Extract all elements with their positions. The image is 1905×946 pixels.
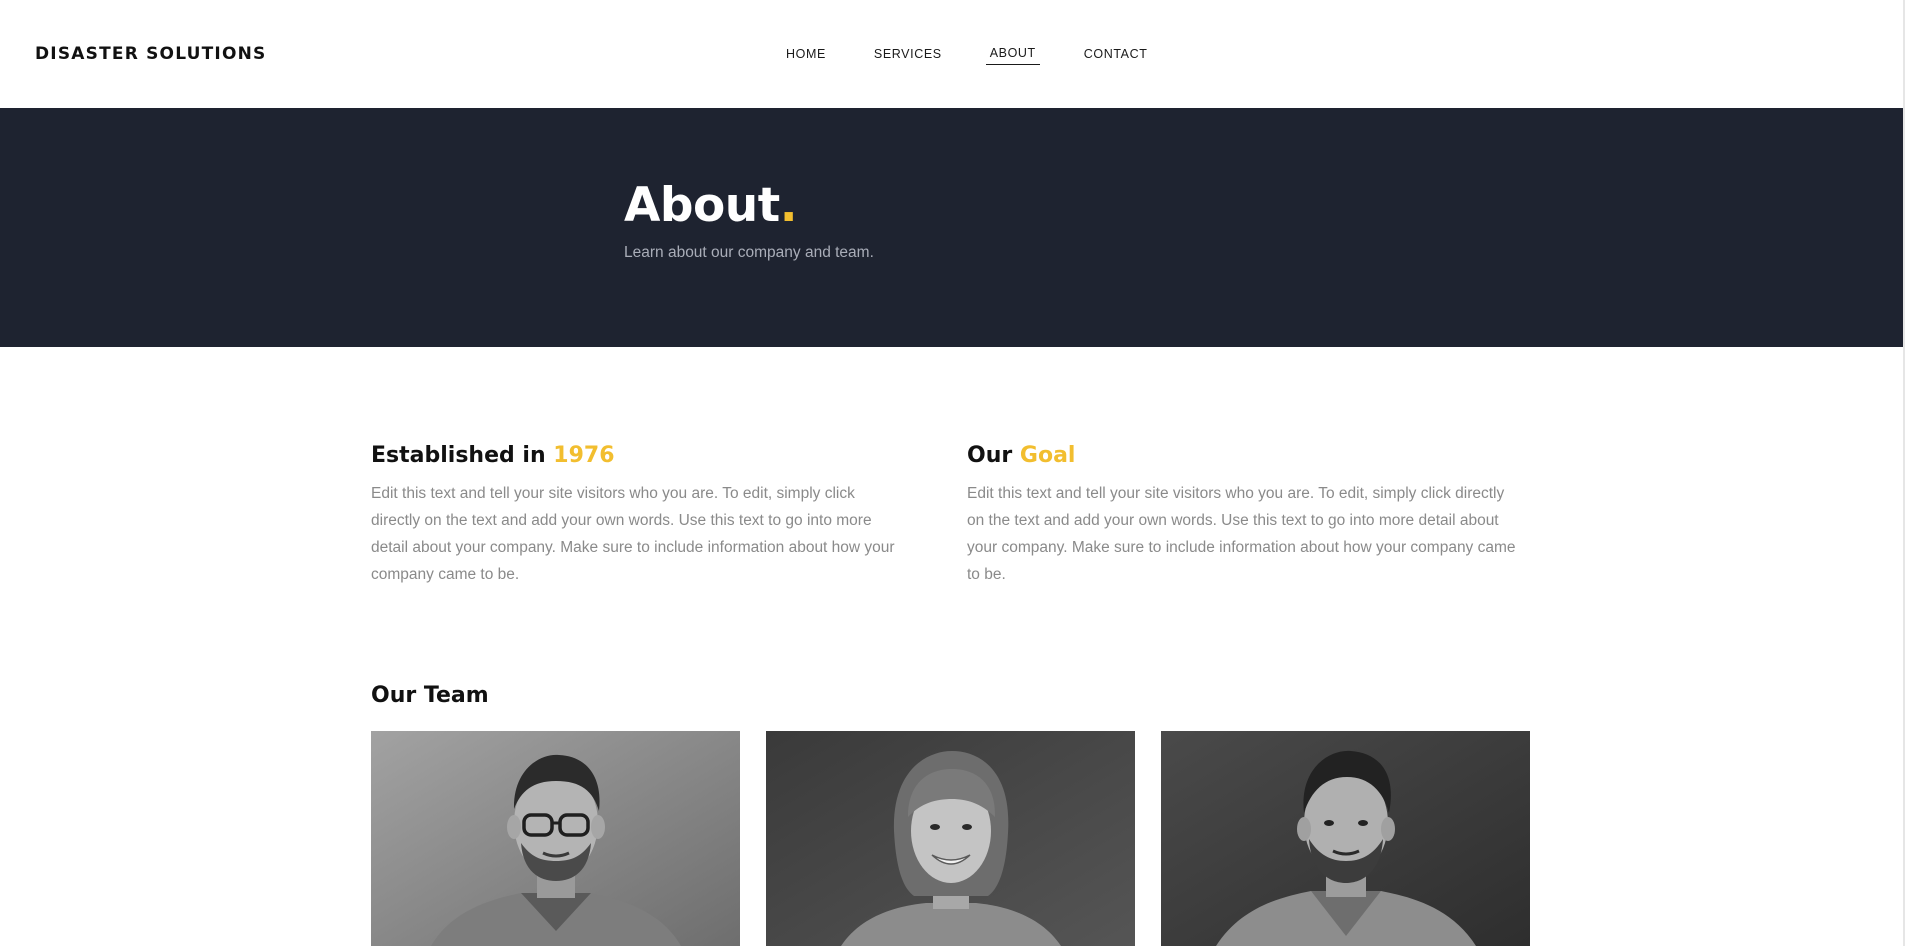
established-heading-prefix: Established in [371, 443, 546, 468]
nav-contact[interactable]: CONTACT [1080, 47, 1152, 65]
page-subtitle: Learn about our company and team. [624, 244, 874, 261]
goal-heading: Our Goal [967, 443, 1522, 468]
established-heading: Established in 1976 [371, 443, 901, 468]
site-brand[interactable]: DISASTER SOLUTIONS [35, 44, 266, 64]
hero-banner: About. Learn about our company and team. [0, 108, 1903, 347]
goal-section: Our Goal Edit this text and tell your si… [967, 443, 1522, 588]
man-beard-portrait [1161, 731, 1530, 946]
established-section: Established in 1976 Edit this text and t… [371, 443, 901, 588]
nav-about[interactable]: ABOUT [985, 46, 1040, 65]
main-nav: HOME SERVICES ABOUT CONTACT [782, 46, 1191, 65]
nav-services[interactable]: SERVICES [870, 47, 946, 65]
nav-home[interactable]: HOME [782, 47, 830, 65]
team-title: Our Team [371, 683, 489, 708]
man-glasses-portrait [371, 731, 740, 946]
goal-heading-accent: Goal [1019, 443, 1076, 468]
team-member-photo-3[interactable] [1161, 731, 1530, 946]
goal-body: Edit this text and tell your site visito… [967, 485, 1516, 583]
team-grid [371, 731, 1530, 946]
team-member-photo-1[interactable] [371, 731, 740, 946]
established-year: 1976 [553, 443, 615, 468]
goal-heading-prefix: Our [967, 443, 1013, 468]
page-title: About. [624, 178, 798, 233]
site-header: DISASTER SOLUTIONS HOME SERVICES ABOUT C… [0, 0, 1903, 108]
title-accent-dot: . [779, 178, 798, 233]
team-member-photo-2[interactable] [766, 731, 1135, 946]
established-body: Edit this text and tell your site visito… [371, 485, 895, 583]
woman-bob-portrait [766, 731, 1135, 946]
page-title-text: About [624, 178, 780, 233]
